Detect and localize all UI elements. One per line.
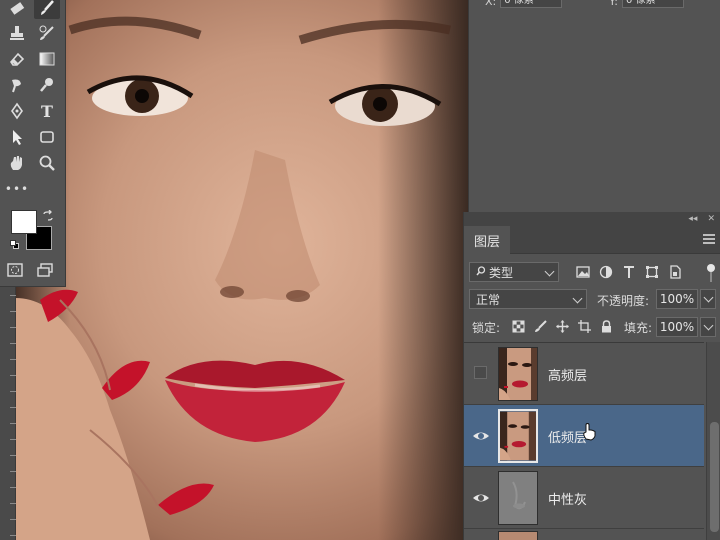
eye-icon[interactable] (472, 489, 490, 507)
layer-row-high-frequency[interactable]: 高频层 (464, 343, 704, 405)
vertical-ruler (0, 287, 16, 540)
layer-filter-row: 类型 (469, 262, 716, 284)
opacity-slider-button[interactable] (700, 289, 716, 309)
tab-layers[interactable]: 图层 (464, 226, 510, 254)
search-icon (476, 265, 486, 279)
zoom-icon[interactable] (34, 152, 60, 174)
path-select-icon[interactable] (4, 126, 30, 148)
layers-scrollbar[interactable] (706, 342, 720, 540)
position-y-label: Y: (609, 0, 618, 8)
foreground-color-swatch[interactable] (11, 210, 37, 234)
tools-panel: T ••• (0, 0, 66, 287)
rectangle-shape-icon[interactable] (34, 126, 60, 148)
position-x-input[interactable]: 0 像素 (500, 0, 563, 8)
filter-kind-value: 类型 (489, 265, 514, 280)
fill-slider-button[interactable] (700, 317, 716, 337)
hand-cursor-icon (582, 422, 596, 441)
filter-pixel-layers-icon[interactable] (575, 264, 591, 280)
layer-row-neutral-gray[interactable]: 中性灰 (464, 467, 704, 529)
lock-artboard-icon[interactable] (576, 318, 592, 334)
layer-thumbnail (498, 347, 538, 401)
fill-input[interactable]: 100% (656, 317, 698, 337)
panel-title-bar: ◂◂ ✕ (464, 212, 720, 226)
layers-tab-bar: 图层 (464, 226, 720, 254)
layer-thumbnail (498, 471, 538, 525)
blend-mode-select[interactable]: 正常 (469, 289, 587, 309)
layers-scrollbar-thumb[interactable] (710, 422, 719, 532)
fill-label: 填充: (624, 321, 653, 335)
layer-thumbnail (498, 409, 538, 463)
smudge-icon[interactable] (4, 74, 30, 96)
pen-icon[interactable] (4, 100, 30, 122)
filter-adjustment-layers-icon[interactable] (598, 264, 614, 280)
filter-toggle-switch[interactable] (707, 264, 715, 282)
swap-colors-icon[interactable] (42, 207, 54, 221)
panel-menu-icon[interactable] (703, 234, 715, 246)
lock-all-icon[interactable] (598, 318, 614, 334)
layer-row-low-frequency[interactable]: 低频层 (464, 405, 704, 467)
layer-row-partial (498, 531, 538, 540)
properties-panel: X: 0 像素 Y: 0 像素 (468, 0, 720, 212)
opacity-input[interactable]: 100% (656, 289, 698, 309)
type-tool-glyph: T (41, 101, 53, 121)
lock-transparent-pixels-icon[interactable] (510, 318, 526, 334)
position-x-field: X: 0 像素 (485, 0, 563, 8)
position-y-input[interactable]: 0 像素 (621, 0, 684, 8)
filter-shape-layers-icon[interactable] (644, 264, 660, 280)
lock-position-icon[interactable] (554, 318, 570, 334)
eraser-tool-icon[interactable] (4, 0, 30, 19)
gradient-icon[interactable] (34, 48, 60, 70)
history-brush-icon[interactable] (34, 22, 60, 44)
stamp-tool-icon[interactable] (4, 22, 30, 44)
default-colors-icon[interactable] (10, 240, 19, 249)
brush-tool-icon[interactable] (34, 0, 60, 19)
filter-kind-select[interactable]: 类型 (469, 262, 559, 282)
layer-name[interactable]: 中性灰 (548, 489, 587, 508)
quick-mask-icon[interactable] (2, 259, 28, 281)
more-tools-icon[interactable]: ••• (4, 178, 30, 200)
collapse-panel-icon[interactable]: ◂◂ (688, 214, 697, 224)
lock-image-pixels-icon[interactable] (532, 318, 548, 334)
blend-mode-value: 正常 (476, 292, 501, 307)
layer-visibility-toggle-off[interactable] (474, 366, 487, 379)
dodge-icon[interactable] (34, 74, 60, 96)
eye-icon[interactable] (472, 427, 490, 445)
layers-panel: ◂◂ ✕ 图层 类型 正常 不透明度: 100% 锁定: 填充: 100% 高频… (463, 212, 720, 540)
portrait-photo (0, 16, 451, 540)
position-y-field: Y: 0 像素 (609, 0, 684, 8)
more-tools-glyph: ••• (4, 182, 30, 196)
type-tool[interactable]: T (34, 100, 60, 122)
close-panel-icon[interactable]: ✕ (707, 214, 715, 224)
eraser-icon[interactable] (4, 48, 30, 70)
position-x-label: X: (485, 0, 497, 8)
filter-smart-object-icon[interactable] (667, 264, 683, 280)
layer-name[interactable]: 高频层 (548, 365, 587, 384)
hand-icon[interactable] (4, 152, 30, 174)
document-canvas[interactable] (0, 0, 468, 540)
lock-label: 锁定: (472, 321, 501, 335)
layer-list: 高频层 低频层 中性灰 (464, 342, 704, 540)
screen-mode-icon[interactable] (32, 259, 58, 281)
opacity-label: 不透明度: (597, 294, 650, 308)
filter-type-layers-icon[interactable] (621, 264, 637, 280)
